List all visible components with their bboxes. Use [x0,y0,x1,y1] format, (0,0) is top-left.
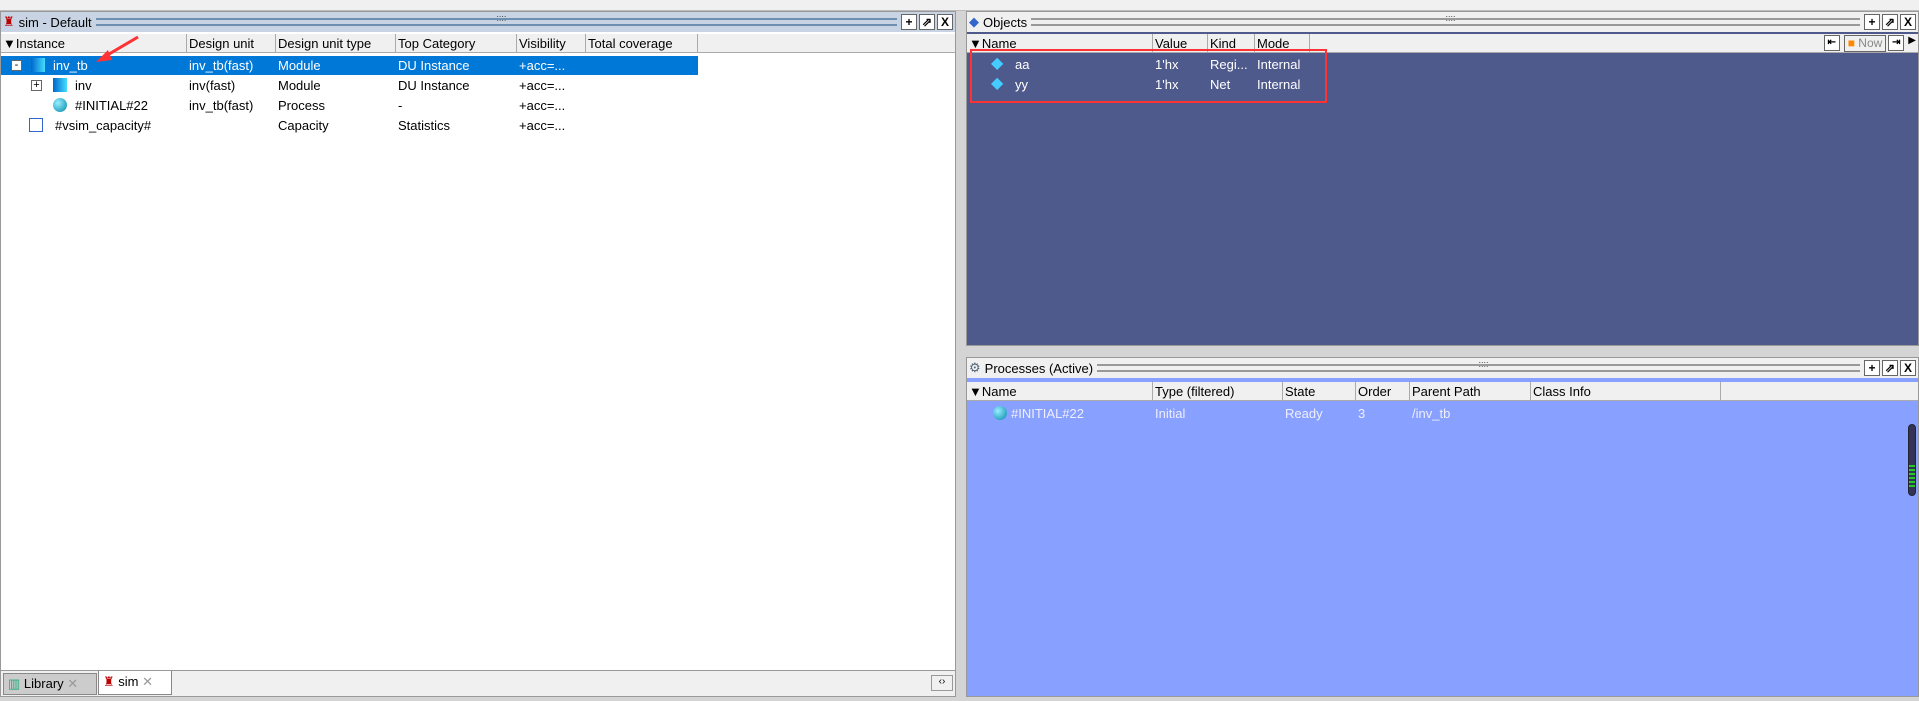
col-state[interactable]: State [1283,382,1356,401]
col-parent-path[interactable]: Parent Path [1410,382,1531,401]
col-top-category[interactable]: Top Category [396,34,517,53]
design-unit-type: Process [278,98,325,113]
visibility: +acc=... [519,118,566,133]
table-row[interactable]: #INITIAL#22 inv_tb(fast) Process - +acc=... [1,96,698,115]
undock-button[interactable]: ⇗ [1882,360,1898,376]
process-icon [993,406,1007,420]
sim-icon: ♜ [103,674,115,689]
stop-icon: ■ [1847,36,1855,50]
instance-name: #vsim_capacity# [55,118,152,133]
close-button[interactable]: X [1900,14,1916,30]
processes-panel: ⚙ Processes (Active) + ⇗ X ▼Name Type (f… [966,357,1919,697]
red-highlight-box [970,49,1327,103]
scroll-right-icon[interactable]: ▶ [1908,35,1916,52]
gear-icon: ⚙ [969,360,981,375]
now-label: Now [1858,36,1883,50]
col-visibility[interactable]: Visibility [517,34,586,53]
drag-handle[interactable] [95,13,897,26]
close-button[interactable]: X [937,14,953,30]
instance-name: #INITIAL#22 [75,98,148,113]
add-button[interactable]: + [1864,360,1880,376]
now-button[interactable]: ■ Now [1843,35,1887,52]
col-design-unit-type[interactable]: Design unit type [276,34,396,53]
expander-toggle[interactable]: + [31,80,42,91]
sim-panel: ♜ sim - Default + ⇗ X ▼Instance Design u… [0,11,956,697]
vertical-scrollbar[interactable] [1908,424,1916,496]
visibility: +acc=... [519,58,566,73]
tab-library[interactable]: ▥ Library ✕ [3,673,97,695]
col-order[interactable]: Order [1356,382,1410,401]
sim-titlebar[interactable]: ♜ sim - Default + ⇗ X [1,12,955,32]
drag-handle[interactable] [1031,13,1860,26]
sim-icon: ♜ [3,14,15,29]
tab-sim[interactable]: ♜ sim ✕ [98,671,172,695]
process-order: 3 [1358,406,1366,421]
prev-time-button[interactable]: ⇤ [1823,35,1840,51]
design-unit: inv(fast) [189,78,236,93]
process-name: #INITIAL#22 [1011,406,1084,421]
close-button[interactable]: X [1900,360,1916,376]
top-category: DU Instance [398,78,470,93]
tab-scroll-arrows[interactable]: ‹› [931,675,953,691]
table-row[interactable]: #INITIAL#22 Initial Ready 3 /inv_tb [967,404,1867,423]
red-arrow-annotation [96,35,139,62]
top-category: Statistics [398,118,451,133]
time-controls: ⇤ ■ Now ⇥ ▶ [1823,35,1916,52]
processes-titlebar[interactable]: ⚙ Processes (Active) + ⇗ X [967,358,1918,378]
design-unit: inv_tb(fast) [189,58,254,73]
panel-title: Objects [983,14,1028,30]
col-design-unit[interactable]: Design unit [187,34,276,53]
process-icon [53,98,67,112]
design-unit: inv_tb(fast) [189,98,254,113]
process-state: Ready [1285,406,1323,421]
next-time-button[interactable]: ⇥ [1888,35,1905,51]
col-class-info[interactable]: Class Info [1531,382,1721,401]
tab-label: Library [23,676,64,691]
col-total-coverage[interactable]: Total coverage [586,34,698,53]
undock-button[interactable]: ⇗ [1882,14,1898,30]
tab-label: sim [118,674,139,689]
design-unit-type: Module [278,58,321,73]
top-toolbar-strip [0,0,1919,11]
design-unit-type: Capacity [278,118,329,133]
drag-handle[interactable] [1097,359,1860,372]
process-type: Initial [1155,406,1186,421]
library-icon: ▥ [8,676,21,691]
table-row[interactable]: #vsim_capacity# Capacity Statistics +acc=..… [1,116,698,135]
expander-toggle[interactable]: - [11,60,22,71]
top-category: - [398,98,403,113]
module-icon [31,58,45,72]
visibility: +acc=... [519,98,566,113]
col-name[interactable]: ▼Name [967,382,1153,401]
capacity-icon [29,118,43,132]
tab-close-icon[interactable]: ✕ [142,674,153,689]
undock-button[interactable]: ⇗ [919,14,935,30]
panel-title: sim - Default [18,14,92,30]
add-button[interactable]: + [1864,14,1880,30]
visibility: +acc=... [519,78,566,93]
tab-bar: ▥ Library ✕ ♜ sim ✕ ‹› [1,670,955,696]
objects-icon: ◆ [969,14,979,29]
module-icon [53,78,67,92]
process-parent-path: /inv_tb [1412,406,1451,421]
instance-name: inv [75,78,92,93]
instance-name: inv_tb [53,58,88,73]
table-row[interactable]: + inv inv(fast) Module DU Instance +acc=... [1,76,698,95]
panel-title: Processes (Active) [984,360,1094,376]
add-button[interactable]: + [901,14,917,30]
col-type[interactable]: Type (filtered) [1153,382,1283,401]
top-category: DU Instance [398,58,470,73]
design-unit-type: Module [278,78,321,93]
table-header: ▼Name Type (filtered) State Order Parent… [967,382,1918,401]
objects-titlebar[interactable]: ◆ Objects + ⇗ X [967,12,1918,32]
tab-close-icon[interactable]: ✕ [67,676,78,691]
